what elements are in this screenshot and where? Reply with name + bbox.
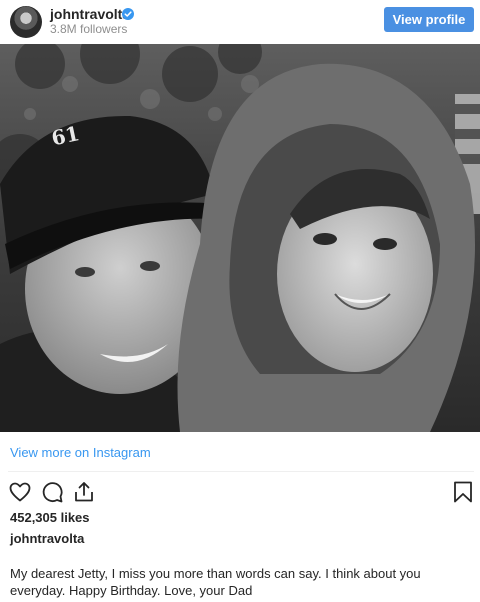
username[interactable]: johntravolta: [50, 6, 130, 22]
post-caption: My dearest Jetty, I miss you more than w…: [10, 566, 421, 598]
view-more-link[interactable]: View more on Instagram: [10, 445, 151, 460]
caption-author[interactable]: johntravolta: [10, 531, 84, 546]
bookmark-icon[interactable]: [452, 480, 474, 504]
avatar[interactable]: [10, 6, 42, 38]
action-bar: [0, 478, 480, 506]
divider: [8, 471, 474, 472]
heart-icon[interactable]: [8, 480, 32, 504]
follower-count: 3.8M followers: [50, 22, 128, 36]
share-icon[interactable]: [72, 480, 96, 504]
verified-badge-icon: [122, 8, 134, 20]
like-count[interactable]: 452,305 likes: [10, 510, 90, 525]
post-header: johntravolta 3.8M followers View profile: [0, 0, 480, 44]
photo-illustration: 61: [0, 44, 480, 432]
comment-icon[interactable]: [40, 480, 64, 504]
post-photo[interactable]: 61: [0, 44, 480, 432]
view-profile-button[interactable]: View profile: [384, 7, 474, 32]
